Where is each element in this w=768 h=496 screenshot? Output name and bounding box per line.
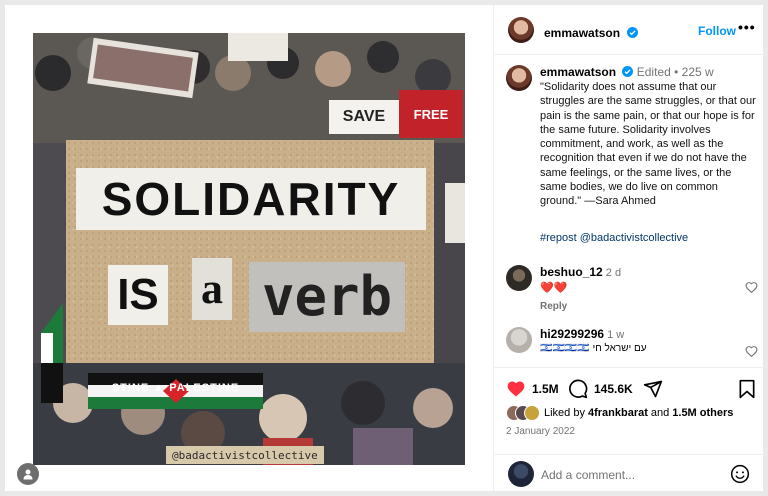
meta-separator: • bbox=[674, 65, 679, 79]
image-watermark: @badactivistcollective bbox=[166, 446, 324, 464]
liked-by-user[interactable]: 4frankbarat bbox=[588, 407, 648, 419]
caption-author-avatar[interactable] bbox=[506, 65, 532, 91]
like-action[interactable]: 1.5M bbox=[506, 379, 559, 399]
heart-icon[interactable] bbox=[745, 345, 758, 358]
commenter-avatar[interactable] bbox=[506, 265, 532, 291]
heart-icon[interactable] bbox=[745, 281, 758, 294]
comment-text: 🇮🇱🇮🇱🇮🇱🇮🇱 עם ישראל חי bbox=[540, 343, 647, 354]
tagged-users-button[interactable] bbox=[17, 463, 39, 485]
headline-solidarity: SOLIDARITY bbox=[76, 168, 426, 230]
smiley-icon[interactable] bbox=[730, 464, 750, 484]
save-protest-sign: SAVE bbox=[329, 100, 399, 134]
commenter-handle[interactable]: hi29299296 bbox=[540, 327, 604, 341]
add-comment-input[interactable]: Add a comment... bbox=[541, 468, 635, 482]
bookmark-icon[interactable] bbox=[738, 379, 756, 399]
heart-icon[interactable] bbox=[506, 379, 526, 399]
post-side-panel: emmawatson Follow ••• emmawatson Edited … bbox=[493, 5, 764, 491]
caption-header: emmawatson Edited • 225 w bbox=[540, 65, 714, 79]
likes-count[interactable]: 1.5M bbox=[532, 382, 559, 396]
comments-count[interactable]: 145.6K bbox=[594, 382, 633, 396]
viewer-avatar bbox=[508, 461, 534, 487]
author-avatar[interactable] bbox=[508, 17, 534, 43]
caption-text: "Solidarity does not assume that our str… bbox=[540, 81, 756, 208]
liked-by-prefix: Liked by bbox=[544, 407, 585, 419]
author-name-wrap: emmawatson bbox=[544, 24, 639, 42]
comment-bubble-icon[interactable] bbox=[568, 379, 588, 399]
comment-age: 1 w bbox=[607, 329, 625, 341]
user-silhouette-icon bbox=[23, 469, 33, 480]
caption-tags[interactable]: #repost @badactivistcollective bbox=[540, 232, 688, 244]
reply-button[interactable]: Reply bbox=[540, 301, 567, 312]
add-comment-bar: Add a comment... bbox=[494, 454, 764, 492]
comment-item: hi29299296 1 w 🇮🇱🇮🇱🇮🇱🇮🇱 עם ישראל חי bbox=[506, 327, 758, 363]
post-media-panel: SAVE FREE SOLIDARITY IS a verb STINE ▲ P… bbox=[5, 5, 493, 491]
post-actions: 1.5M 145.6K Liked by 4frankbarat and 1.5… bbox=[494, 367, 764, 491]
paper-plane-icon[interactable] bbox=[643, 379, 663, 399]
headline-a: a bbox=[192, 258, 232, 320]
liked-by-others[interactable]: 1.5M others bbox=[672, 407, 733, 419]
banner-text: STINE ▲ PALESTINE bbox=[111, 382, 240, 394]
comment-item: beshuo_12 2 d ❤️❤️ Reply bbox=[506, 265, 758, 317]
comment-action[interactable]: 145.6K bbox=[568, 379, 633, 399]
caption-author-handle[interactable]: emmawatson bbox=[540, 65, 616, 79]
verified-badge-icon bbox=[622, 66, 634, 77]
verified-badge-icon bbox=[627, 27, 639, 38]
author-handle[interactable]: emmawatson bbox=[544, 26, 620, 40]
comment-header: hi29299296 1 w bbox=[540, 327, 624, 341]
liker-avatars bbox=[506, 405, 540, 421]
post-image[interactable]: SAVE FREE SOLIDARITY IS a verb STINE ▲ P… bbox=[33, 33, 465, 465]
post-age[interactable]: 225 w bbox=[682, 65, 714, 79]
liked-by-row: Liked by 4frankbarat and 1.5M others bbox=[506, 405, 733, 421]
post-header: emmawatson Follow ••• bbox=[494, 5, 764, 55]
cardboard-collage: SOLIDARITY IS a verb bbox=[66, 140, 434, 363]
comment-text: ❤️❤️ bbox=[540, 282, 568, 294]
edited-label: Edited bbox=[636, 65, 671, 79]
headline-verb: verb bbox=[249, 262, 405, 332]
more-options-button[interactable]: ••• bbox=[738, 19, 756, 35]
commenter-avatar[interactable] bbox=[506, 327, 532, 353]
liked-by-and: and bbox=[650, 407, 670, 419]
follow-button[interactable]: Follow bbox=[698, 24, 736, 38]
commenter-handle[interactable]: beshuo_12 bbox=[540, 265, 603, 279]
post-date[interactable]: 2 January 2022 bbox=[506, 426, 575, 437]
palestine-flag-banner: STINE ▲ PALESTINE bbox=[88, 373, 263, 409]
comment-header: beshuo_12 2 d bbox=[540, 265, 621, 279]
comment-age: 2 d bbox=[605, 267, 622, 279]
headline-is: IS bbox=[108, 265, 168, 325]
free-palestine-sign: FREE bbox=[399, 90, 463, 138]
post-dialog: SAVE FREE SOLIDARITY IS a verb STINE ▲ P… bbox=[5, 5, 764, 491]
